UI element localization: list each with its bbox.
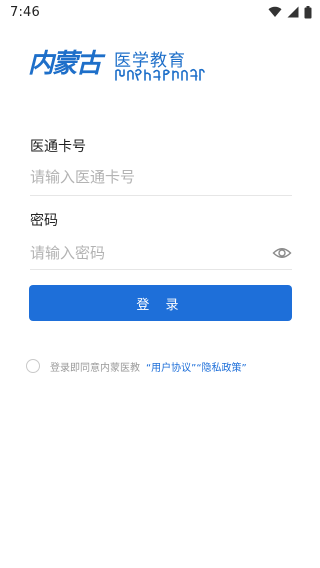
status-bar: 7:46 [0,0,320,24]
password-divider [30,269,292,270]
battery-icon [304,5,312,18]
agreement-checkbox[interactable] [26,359,40,373]
privacy-policy-link[interactable]: “隐私政策” [196,359,246,374]
eye-icon[interactable] [272,243,292,263]
status-time: 7:46 [10,4,40,20]
account-input[interactable] [30,163,292,191]
status-icons [268,5,312,19]
agreement-text: 登录即同意内蒙医教 [50,362,140,374]
user-agreement-link[interactable]: “用户协议” [146,359,196,374]
wifi-icon [268,6,282,18]
account-divider [30,195,292,196]
password-input[interactable] [30,239,266,267]
agreement-row: 登录即同意内蒙医教 “用户协议” “隐私政策” [26,357,316,375]
logo-script-text: 内蒙古 [28,49,102,79]
login-button[interactable]: 登 录 [29,285,292,321]
account-label: 医通卡号 [30,139,86,155]
logo-mongolian-script [115,68,205,81]
password-label: 密码 [30,213,58,229]
signal-icon [287,6,299,18]
app-logo: 内蒙古 医学教育 [28,44,228,88]
